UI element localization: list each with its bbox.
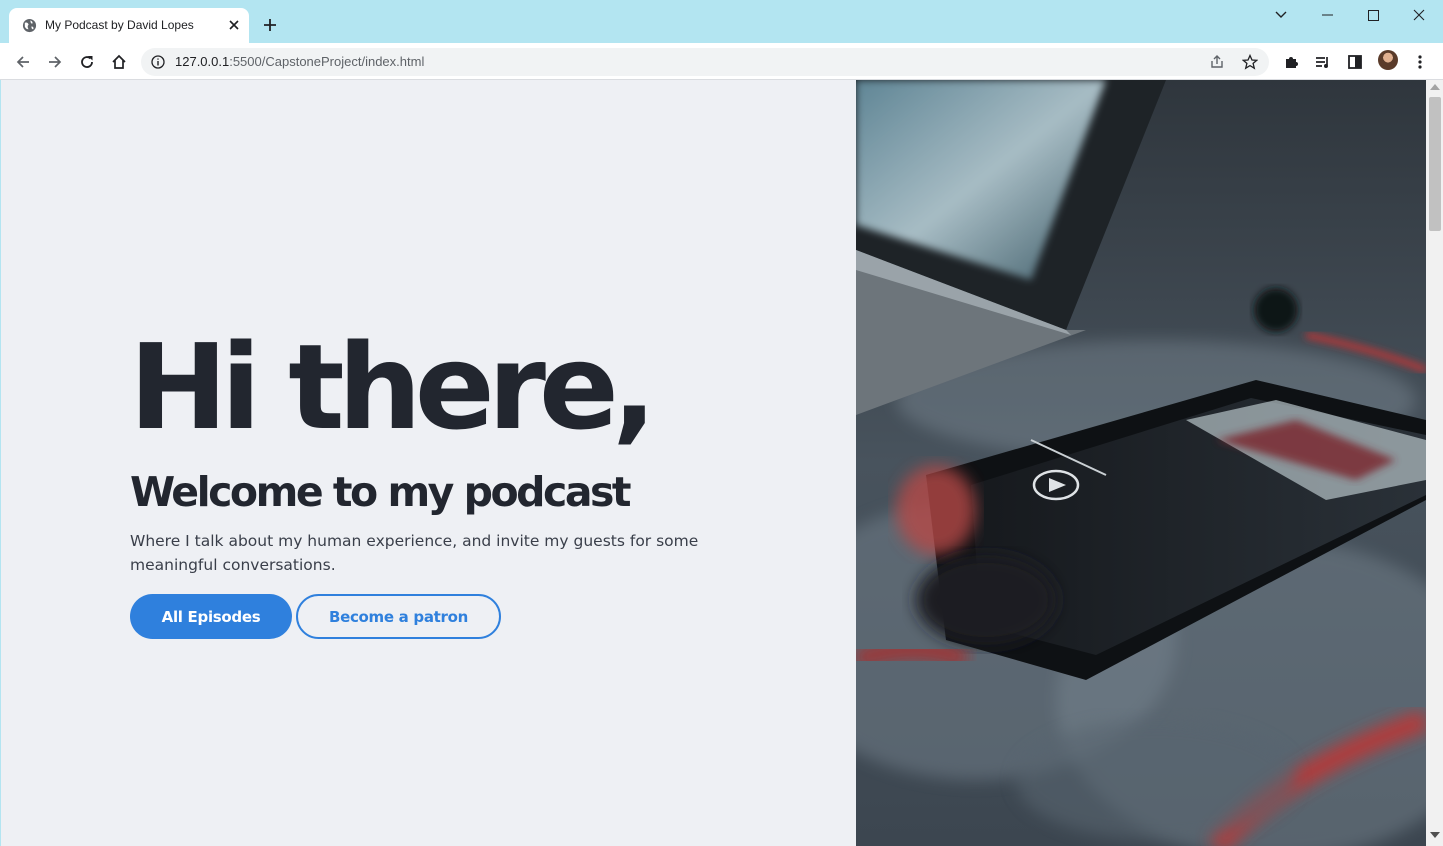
share-icon[interactable] <box>1209 54 1225 70</box>
puzzle-icon <box>1286 57 1298 68</box>
maximize-icon <box>1367 9 1379 21</box>
hero-title: Hi there, <box>129 318 657 456</box>
back-arrow-icon <box>16 56 29 68</box>
address-bar[interactable]: 127.0.0.1:5500/CapstoneProject/index.htm… <box>141 48 1269 76</box>
reload-button[interactable] <box>73 48 101 76</box>
info-icon[interactable] <box>151 55 165 69</box>
reload-icon <box>81 56 93 68</box>
star-icon[interactable] <box>1242 54 1258 70</box>
window-close-button[interactable] <box>1396 0 1442 30</box>
extensions-button[interactable] <box>1277 48 1305 76</box>
home-button[interactable] <box>105 48 133 76</box>
tab-title: My Podcast by David Lopes <box>45 18 194 32</box>
more-icon <box>1418 55 1422 69</box>
profile-avatar[interactable] <box>1378 50 1398 70</box>
podcast-photo <box>856 80 1426 846</box>
tab-strip: My Podcast by David Lopes <box>0 0 1443 43</box>
side-panel-button[interactable] <box>1341 48 1369 76</box>
hero-description: Where I talk about my human experience, … <box>130 532 699 574</box>
become-patron-button[interactable]: Become a patron <box>296 594 501 639</box>
home-icon <box>112 54 126 69</box>
browser-tab[interactable]: My Podcast by David Lopes <box>9 8 249 43</box>
url-path: :5500/CapstoneProject/index.html <box>229 54 425 69</box>
plus-icon[interactable] <box>260 15 280 35</box>
all-episodes-button[interactable]: All Episodes <box>130 594 292 639</box>
scroll-thumb[interactable] <box>1429 97 1441 231</box>
page-viewport: Hi there, Welcome to my podcast Where I … <box>0 80 1443 846</box>
url-text: 127.0.0.1:5500/CapstoneProject/index.htm… <box>175 54 424 69</box>
browser-toolbar: 127.0.0.1:5500/CapstoneProject/index.htm… <box>0 43 1443 80</box>
close-icon[interactable] <box>226 17 242 33</box>
media-controls-button[interactable] <box>1309 48 1337 76</box>
media-icon <box>1316 57 1328 68</box>
forward-button[interactable] <box>41 48 69 76</box>
window-close-icon <box>1413 9 1425 21</box>
chevron-down-icon <box>1275 11 1287 18</box>
back-button[interactable] <box>9 48 37 76</box>
hero-subtitle: Welcome to my podcast <box>130 468 632 516</box>
globe-icon <box>22 18 37 33</box>
sidepanel-icon <box>1348 55 1362 69</box>
scroll-down-arrow-icon[interactable] <box>1430 832 1440 838</box>
vertical-scrollbar[interactable] <box>1426 80 1443 846</box>
more-menu-button[interactable] <box>1406 48 1434 76</box>
scroll-up-arrow-icon[interactable] <box>1430 84 1440 90</box>
minimize-icon <box>1321 14 1333 16</box>
hero-section: Hi there, Welcome to my podcast Where I … <box>1 80 856 846</box>
forward-arrow-icon <box>49 56 62 68</box>
maximize-button[interactable] <box>1350 0 1396 30</box>
tab-search-button[interactable] <box>1258 0 1304 30</box>
hero-image <box>856 80 1426 846</box>
minimize-button[interactable] <box>1304 0 1350 30</box>
url-host: 127.0.0.1 <box>175 54 230 69</box>
